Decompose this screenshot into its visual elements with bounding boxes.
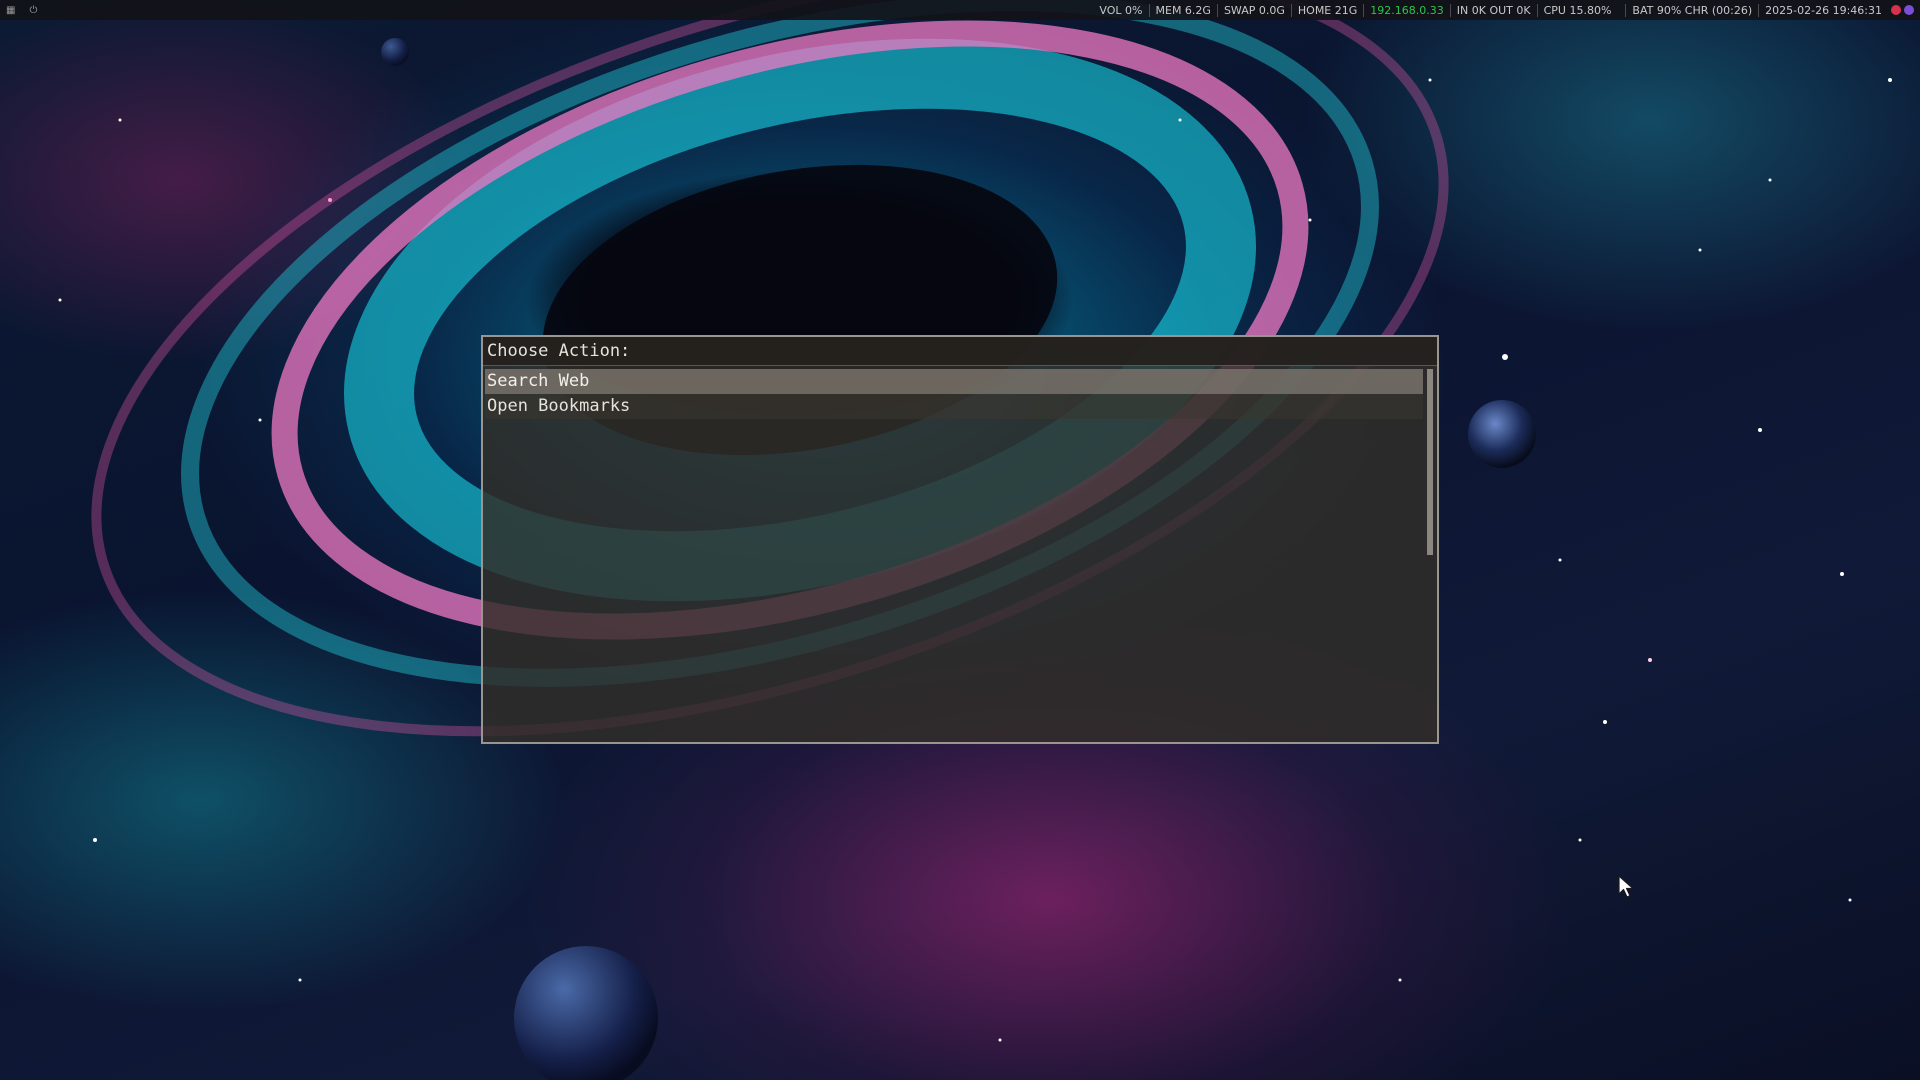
window-icon[interactable]: ▦ <box>6 5 15 16</box>
option-label: Search Web <box>487 371 590 391</box>
prompt-header[interactable]: Choose Action: <box>483 337 1437 366</box>
option-label: Open Bookmarks <box>487 396 631 416</box>
network-status: IN 0K OUT 0K <box>1449 3 1537 17</box>
memory-status: MEM 6.2G <box>1148 3 1217 17</box>
topbar-status-area: VOL 0% MEM 6.2G SWAP 0.0G HOME 21G 192.1… <box>1093 3 1920 17</box>
ip-address-status: 192.168.0.33 <box>1363 3 1449 17</box>
battery-status: BAT 90% CHR (00:26) <box>1625 3 1758 17</box>
scrollbar[interactable] <box>1427 369 1433 555</box>
tray-app-icon-2[interactable] <box>1904 5 1914 15</box>
top-status-bar: ▦ ⏻ VOL 0% MEM 6.2G SWAP 0.0G HOME 21G 1… <box>0 0 1920 20</box>
option-open-bookmarks[interactable]: Open Bookmarks <box>485 394 1423 419</box>
home-disk-status: HOME 21G <box>1290 3 1363 17</box>
choose-action-menu: Choose Action: Search Web Open Bookmarks <box>481 335 1439 744</box>
cpu-status: CPU 15.80% <box>1536 3 1618 17</box>
power-icon[interactable]: ⏻ <box>29 5 37 16</box>
prompt-title: Choose Action: <box>487 341 631 361</box>
mouse-cursor-icon <box>1618 875 1634 898</box>
option-search-web[interactable]: Search Web <box>485 369 1423 394</box>
option-list: Search Web Open Bookmarks <box>485 369 1423 419</box>
volume-status[interactable]: VOL 0% <box>1093 4 1148 17</box>
swap-status: SWAP 0.0G <box>1216 3 1291 17</box>
datetime-status[interactable]: 2025-02-26 19:46:31 <box>1758 3 1888 17</box>
tray-app-icon[interactable] <box>1891 5 1901 15</box>
topbar-left: ▦ ⏻ <box>0 5 1093 16</box>
